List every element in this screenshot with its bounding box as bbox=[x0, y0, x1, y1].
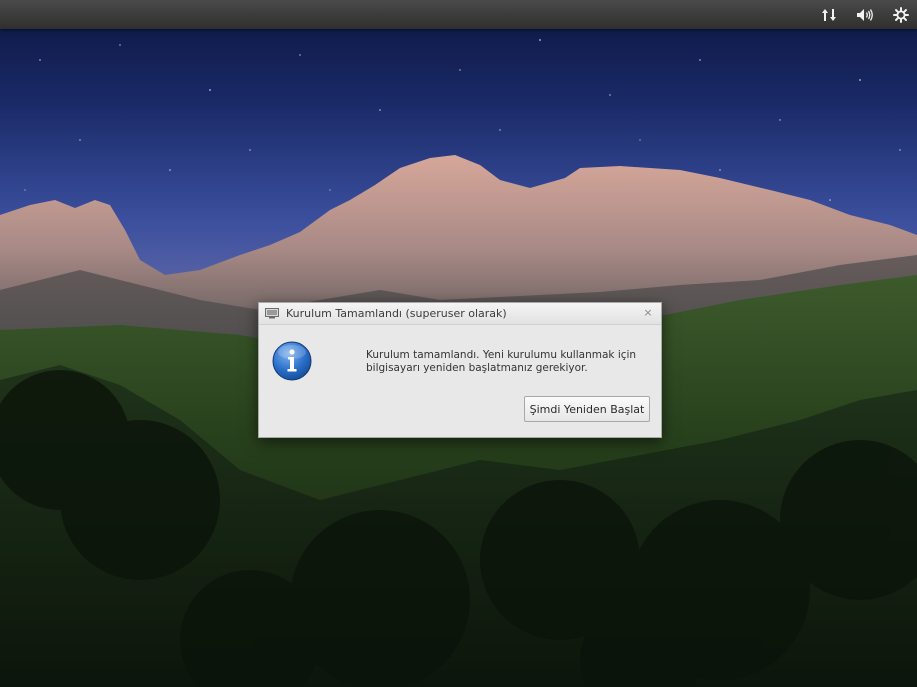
info-icon bbox=[272, 341, 312, 381]
dialog-titlebar[interactable]: Kurulum Tamamlandı (superuser olarak) × bbox=[259, 303, 661, 325]
window-icon bbox=[265, 308, 279, 319]
installation-complete-dialog: Kurulum Tamamlandı (superuser olarak) × bbox=[258, 302, 662, 438]
dialog-message: Kurulum tamamlandı. Yeni kurulumu kullan… bbox=[366, 349, 651, 375]
dialog-title: Kurulum Tamamlandı (superuser olarak) bbox=[286, 307, 507, 320]
desktop: Kurulum Tamamlandı (superuser olarak) × bbox=[0, 0, 917, 687]
message-line-1: Kurulum tamamlandı. Yeni kurulumu kullan… bbox=[366, 349, 637, 361]
dialog-body: Kurulum tamamlandı. Yeni kurulumu kullan… bbox=[259, 325, 661, 439]
top-panel bbox=[0, 0, 917, 29]
restart-now-button[interactable]: Şimdi Yeniden Başlat bbox=[524, 396, 650, 422]
message-line-2: bilgisayarı yeniden başlatmanız gerekiyo… bbox=[366, 362, 588, 374]
close-button[interactable]: × bbox=[641, 306, 655, 320]
volume-icon[interactable] bbox=[855, 5, 875, 25]
network-transfer-icon[interactable] bbox=[819, 5, 839, 25]
system-tray bbox=[819, 0, 911, 29]
settings-gear-icon[interactable] bbox=[891, 5, 911, 25]
